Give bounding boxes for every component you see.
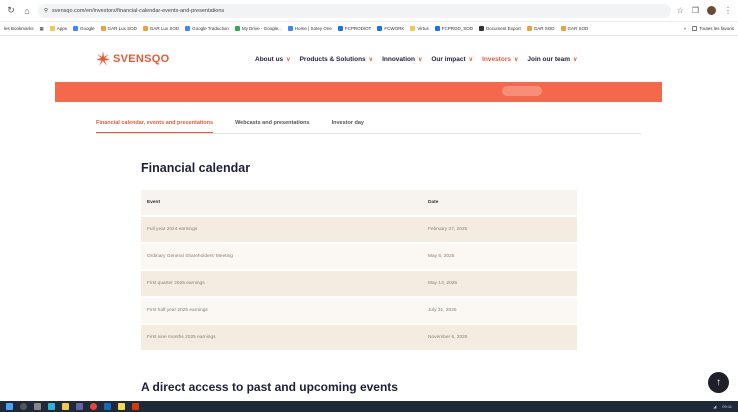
bookmark-star-icon[interactable]: ☆ [677, 6, 684, 15]
bookmark-item[interactable]: GAR SOD [526, 26, 555, 31]
event-cell: First quarter 2025 earnings [147, 281, 205, 286]
bookmark-item[interactable]: Google Traduction [185, 26, 229, 31]
bookmark-item[interactable]: Home | Sotey One [287, 26, 332, 31]
chevron-down-icon: ∨ [368, 57, 374, 63]
brand-name: SVENSQO [113, 53, 170, 65]
teams-icon[interactable] [76, 403, 83, 410]
main-nav: About us ∨ Products & Solutions ∨ Innovati… [255, 56, 577, 63]
task-view-icon[interactable] [34, 403, 41, 410]
hero-banner [55, 82, 662, 102]
table-row: First nine months 2025 earnings November… [141, 325, 577, 350]
chevron-down-icon: ∨ [417, 57, 423, 63]
table-row: Ordinary General Shareholders' Meeting M… [141, 244, 577, 269]
financial-calendar-table: Event Date Full year 2024 earnings Febru… [141, 190, 577, 352]
os-taskbar: ◢ 09:11 [0, 401, 738, 412]
tab-financial-calendar[interactable]: Financial calendar, events and presentat… [96, 120, 214, 133]
bookmark-item[interactable]: Virtus [410, 26, 429, 31]
chevron-down-icon: ∨ [286, 57, 291, 63]
bookmarks-bar: les Bookmarks ▦ Apps Google GAR Lux SOD … [0, 22, 738, 36]
home-icon[interactable]: ⌂ [22, 6, 32, 16]
nav-item-innovation[interactable]: Innovation ∨ [382, 56, 422, 63]
table-row: Full year 2024 earnings February 27, 202… [141, 217, 577, 242]
arrow-up-icon: ↑ [716, 377, 721, 388]
search-icon[interactable] [20, 403, 27, 410]
bookmark-item[interactable]: GAR SOD [560, 26, 588, 31]
chevron-down-icon: ∨ [513, 57, 519, 63]
bookmark-item[interactable]: GAR Lux SOD [142, 26, 179, 31]
bookmark-item[interactable]: Apps [49, 26, 67, 31]
outlook-icon[interactable] [104, 403, 111, 410]
date-cell: July 31, 2025 [428, 308, 457, 313]
bookmark-item[interactable]: Document Export [479, 26, 521, 31]
nav-item-investors[interactable]: Investors ∨ [482, 56, 518, 63]
bookmark-item[interactable]: GAR Lux SOD [100, 26, 137, 31]
windows-start-icon[interactable] [6, 403, 13, 410]
address-bar[interactable]: ⚲ svensqo.com/en/investors/financial-cal… [38, 3, 671, 18]
date-cell: May 6, 2025 [428, 254, 455, 259]
nav-item-products-solutions[interactable]: Products & Solutions ∨ [300, 56, 374, 63]
extensions-icon[interactable]: ❐ [692, 6, 699, 15]
event-cell: First nine months 2025 earnings [147, 335, 216, 340]
bookmark-item[interactable]: Google [73, 26, 95, 31]
banner-decoration [502, 86, 542, 96]
all-bookmarks-folder[interactable]: Toutes les favoris [692, 26, 734, 31]
more-bookmarks-icon[interactable]: » [684, 26, 687, 31]
date-cell: November 6, 2025 [428, 335, 468, 340]
bookmarks-left-label[interactable]: les Bookmarks [4, 26, 34, 31]
site-header: SVENSQO About us ∨ Products & Solutions ∨ … [0, 36, 738, 82]
logo-mark-icon [96, 51, 110, 66]
clock-text[interactable]: 09:11 [722, 404, 732, 409]
section-heading-events: A direct access to past and upcoming eve… [141, 380, 398, 394]
address-text: svensqo.com/en/investors/financial-calen… [52, 7, 225, 14]
table-row: First half year 2025 earnings July 31, 2… [141, 298, 577, 323]
tab-webcasts[interactable]: Webcasts and presentations [235, 120, 309, 133]
browser-toolbar: ↻ ⌂ ⚲ svensqo.com/en/investors/financial… [0, 0, 738, 22]
chrome-icon[interactable] [90, 403, 97, 410]
file-explorer-icon[interactable] [62, 403, 69, 410]
profile-avatar[interactable] [707, 6, 716, 15]
page-title: Financial calendar [141, 161, 251, 175]
network-icon[interactable]: ◢ [713, 404, 716, 409]
sticky-notes-icon[interactable] [118, 403, 125, 410]
column-header-event: Event [147, 200, 161, 205]
date-cell: February 27, 2025 [428, 227, 468, 232]
nav-item-join-our-team[interactable]: Join our team ∨ [527, 56, 577, 63]
event-cell: Ordinary General Shareholders' Meeting [147, 254, 233, 259]
bookmark-item[interactable]: FCPRODIOT [337, 26, 371, 31]
bookmark-item[interactable]: My Drive - Google... [234, 26, 282, 31]
date-cell: May 13, 2025 [428, 281, 458, 286]
table-header-row: Event Date [141, 190, 577, 215]
column-header-date: Date [428, 200, 439, 205]
office-icon[interactable] [132, 403, 139, 410]
table-row: First quarter 2025 earnings May 13, 2025 [141, 271, 577, 296]
site-info-icon[interactable]: ⚲ [44, 8, 48, 14]
event-cell: First half year 2025 earnings [147, 308, 208, 313]
nav-item-our-impact[interactable]: Our impact ∨ [431, 56, 473, 63]
back-to-top-button[interactable]: ↑ [708, 372, 729, 393]
event-cell: Full year 2024 earnings [147, 227, 198, 232]
bookmark-item[interactable]: FCPROD_SOD [434, 26, 473, 31]
svensqo-logo[interactable]: SVENSQO [96, 50, 170, 68]
reload-icon[interactable]: ↻ [6, 5, 16, 16]
chevron-down-icon: ∨ [468, 57, 474, 63]
edge-browser-icon[interactable] [48, 403, 55, 410]
apps-grid-icon[interactable]: ▦ [40, 26, 44, 32]
chevron-down-icon: ∨ [573, 57, 578, 63]
bookmark-item[interactable]: FCWORK [377, 26, 404, 31]
menu-icon[interactable]: ⋮ [724, 6, 732, 15]
nav-item-about-us[interactable]: About us ∨ [255, 56, 291, 63]
tab-investor-day[interactable]: Investor day [332, 120, 364, 133]
tabs-divider [96, 133, 641, 134]
section-tabs: Financial calendar, events and presentat… [96, 120, 364, 133]
